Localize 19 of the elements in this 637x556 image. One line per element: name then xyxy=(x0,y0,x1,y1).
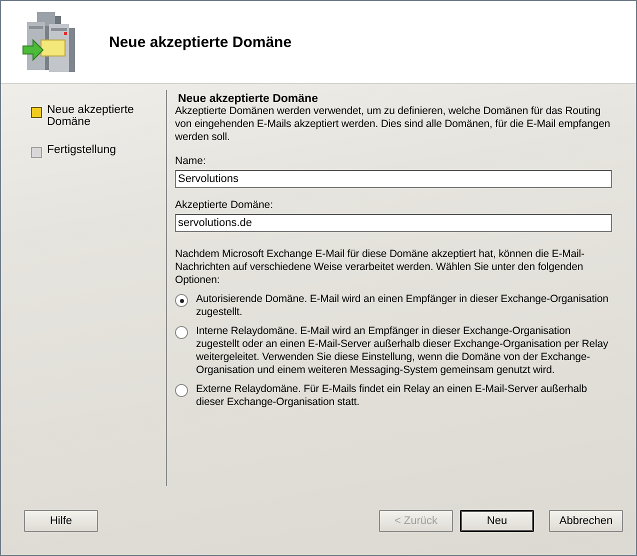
section-heading: Neue akzeptierte Domäne xyxy=(178,93,319,105)
description-text: Akzeptierte Domänen werden verwendet, um zu definieren, welche Domänen für das Routing von eingehenden E-Mails akzeptiert werden. Dies sind alle Domänen, für die E-Mail empfangen werden soll. xyxy=(175,105,612,144)
field-label: Akzeptierte Domäne: xyxy=(175,199,274,211)
text-field[interactable]: Servolutions xyxy=(175,170,612,188)
option-label: Externe Relaydomäne. Für E-Mails findet ein Relay an einen E-Mail-Server außerhalb dieser Exchange-Organisation statt. xyxy=(196,383,588,409)
wizard-title: Neue akzeptierte Domäne xyxy=(109,34,292,50)
radio-button[interactable] xyxy=(175,294,188,307)
options-intro-text: Nachdem Microsoft Exchange E-Mail für diese Domäne akzeptiert hat, können die E-Mail-Nachrichten auf verschiedene Weise verarbeitet werden. Wählen Sie unter den folgenden Optionen: xyxy=(175,248,586,287)
option-label: Autorisierende Domäne. E-Mail wird an einen Empfänger in dieser Exchange-Organisation zugestellt. xyxy=(196,293,610,319)
wizard-button[interactable]: Abbrechen xyxy=(549,510,623,532)
help-button[interactable]: Hilfe xyxy=(24,510,98,532)
radio-button[interactable] xyxy=(175,326,188,339)
step-label: Fertigstellung xyxy=(47,144,118,156)
text-field[interactable]: servolutions.de xyxy=(175,214,612,232)
field-label: Name: xyxy=(175,155,207,167)
step-label: Neue akzeptierte Domäne xyxy=(47,104,135,128)
option-label: Interne Relaydomäne. E-Mail wird an Empfänger in dieser Exchange-Organisation zugestellt oder an einen E-Mail-Server außerhalb dieser Exchange-Organisation per Relay weitergeleitet. Verwenden Sie diese Einstellung, wenn die Domäne von der Exchange-Organisation und einem weiteren Messaging-System gemeinsam genutzt wird. xyxy=(196,325,610,377)
radio-button[interactable] xyxy=(175,384,188,397)
wizard-button[interactable]: Neu xyxy=(460,510,534,532)
